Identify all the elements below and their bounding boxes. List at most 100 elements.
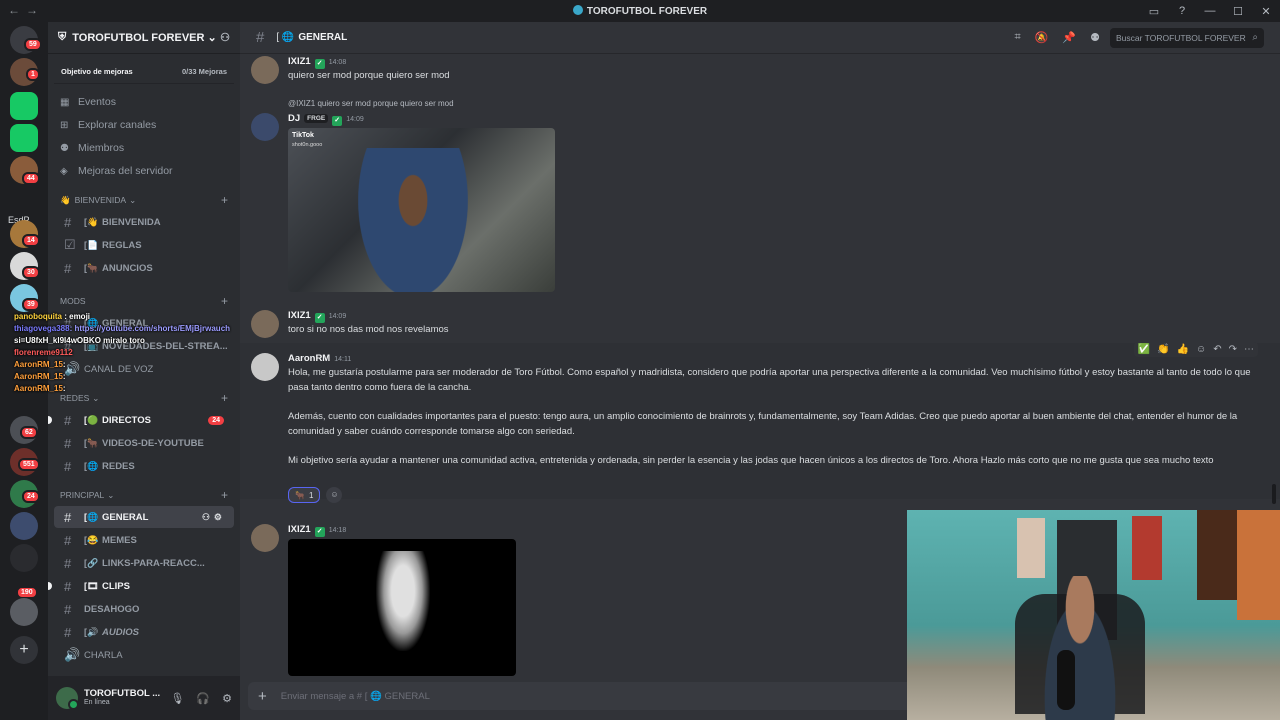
add-server-icon[interactable]: +	[10, 636, 38, 664]
avatar[interactable]	[251, 310, 279, 338]
category-bienvenida[interactable]: 👋 BIENVENIDA ⌄ +	[48, 190, 240, 210]
invite-people-icon[interactable]: ⚇	[220, 31, 230, 44]
invite-icon[interactable]: ⚇	[202, 512, 214, 522]
channel-videos-de-youtube[interactable]: # [🐂 VIDEOS-DE-YOUTUBE	[54, 432, 234, 454]
server-icon[interactable]	[10, 544, 38, 572]
author-name[interactable]: AaronRM	[288, 353, 330, 364]
add-reaction-icon[interactable]: ☺	[1196, 344, 1206, 355]
server-icon[interactable]	[10, 598, 38, 626]
avatar[interactable]	[251, 56, 279, 84]
channel-directos[interactable]: # [🟢 DIRECTOS 24	[48, 409, 234, 431]
reaction-chip[interactable]: 🐂 1	[288, 487, 321, 503]
kick-server-icon[interactable]	[10, 124, 38, 152]
channel-canal-de-voz[interactable]: 🔊 CANAL DE VOZ	[54, 358, 234, 380]
nav-explore-channels[interactable]: ⊞ Explorar canales	[48, 114, 240, 136]
message-header: IXIZ1 ✓ 14:18	[288, 524, 346, 537]
channel-clips[interactable]: # [🎞 CLIPS	[48, 575, 234, 597]
channel-memes[interactable]: # [😂 MEMES	[54, 529, 234, 551]
film-emoji-icon: [🎞	[84, 580, 99, 591]
add-channel-icon[interactable]: +	[221, 193, 228, 207]
headphones-icon[interactable]: 🎧	[196, 692, 210, 705]
minimize-icon[interactable]: —	[1196, 5, 1224, 17]
forward-icon[interactable]: ↷	[1229, 344, 1237, 355]
channel-charla[interactable]: 🔊 CHARLA	[54, 644, 234, 666]
ghost-gif[interactable]	[288, 539, 516, 676]
server-header[interactable]: ⛨ TOROFUTBOL FOREVER ⌄ ⚇	[48, 22, 240, 54]
check-reaction-icon[interactable]: ✅	[1138, 344, 1150, 355]
channel-sidebar: ⛨ TOROFUTBOL FOREVER ⌄ ⚇ Objetivo de mej…	[48, 22, 240, 720]
channel-audios[interactable]: # [🔊 AUDIOS	[54, 621, 234, 643]
user-names[interactable]: TOROFUTBOL ... En línea	[84, 687, 161, 707]
timestamp: 14:18	[328, 527, 347, 534]
maximize-icon[interactable]: ☐	[1224, 5, 1252, 18]
gear-icon[interactable]: ⚙	[222, 692, 232, 705]
notifications-muted-icon[interactable]: 🔕	[1035, 31, 1049, 44]
avatar[interactable]	[56, 687, 79, 710]
category-principal[interactable]: PRINCIPAL ⌄ +	[48, 485, 240, 505]
channel-general[interactable]: # [🌐 GENERAL ⚇⚙	[54, 506, 234, 528]
members-icon[interactable]: ⚉	[1090, 31, 1100, 44]
attach-plus-icon[interactable]: +	[258, 688, 267, 705]
search-input[interactable]: Buscar TOROFUTBOL FOREVER ⌕	[1110, 27, 1264, 48]
author-name[interactable]: DJ	[288, 113, 300, 124]
username: TOROFUTBOL ...	[84, 687, 161, 699]
channel-anuncios[interactable]: # [🐂 ANUNCIOS	[54, 257, 234, 279]
message-input[interactable]: Enviar mensaje a # [ 🌐 GENERAL	[281, 691, 430, 702]
channel-label: REDES	[102, 460, 135, 472]
unread-indicator	[48, 582, 52, 590]
channel-bienvenida[interactable]: # [👋 BIENVENIDA	[54, 211, 234, 233]
add-reaction-icon[interactable]: ☺	[326, 487, 343, 503]
boost-goal[interactable]: Objetivo de mejoras 0/33 Mejoras	[54, 60, 234, 84]
avatar[interactable]	[251, 113, 279, 141]
channel-reglas[interactable]: ☑ [📄 REGLAS	[54, 234, 234, 256]
server-name: TOROFUTBOL FOREVER	[72, 31, 205, 44]
hash-icon: #	[64, 509, 72, 525]
tiktok-video[interactable]: TikTok shot0n.gooo	[288, 128, 555, 292]
threads-icon[interactable]: ⌗	[1015, 31, 1021, 44]
channel-header: # [ 🌐 GENERAL ⌗ 🔕 📌 ⚉ Buscar TOROFUTBOL …	[240, 22, 1280, 54]
channel-links[interactable]: # [🔗 LINKS-PARA-REACC...	[54, 552, 234, 574]
pin-icon[interactable]: 📌	[1062, 31, 1076, 44]
channel-general-mods[interactable]: # [🌐 GENERAL	[54, 312, 234, 334]
author-name[interactable]: IXIZ1	[288, 310, 311, 321]
reply-icon[interactable]: ↶	[1213, 344, 1221, 355]
badge: 190	[16, 586, 38, 599]
channel-novedades[interactable]: # [📺 NOVEDADES-DEL-STREA...	[54, 335, 234, 357]
clap-reaction-icon[interactable]: 👏	[1157, 344, 1169, 355]
microphone-icon[interactable]: 🎙	[170, 692, 184, 705]
avatar[interactable]	[251, 524, 279, 552]
help-icon[interactable]: ?	[1168, 5, 1196, 17]
avatar[interactable]	[251, 353, 279, 381]
chevron-down-icon: ⌄	[92, 392, 100, 403]
thumbs-up-reaction-icon[interactable]: 👍	[1177, 344, 1189, 355]
gif-embed[interactable]	[288, 539, 516, 676]
author-name[interactable]: IXIZ1	[288, 56, 311, 67]
server-icon[interactable]	[10, 512, 38, 540]
category-label: BIENVENIDA	[74, 195, 127, 205]
video-embed[interactable]: TikTok shot0n.gooo	[288, 128, 555, 292]
window-title: TOROFUTBOL FOREVER	[0, 5, 1280, 17]
message-text: toro si no nos das mod nos revelamos	[288, 324, 449, 335]
add-channel-icon[interactable]: +	[221, 391, 228, 405]
kick-server-icon[interactable]	[10, 92, 38, 120]
reply-preview[interactable]: @IXIZ1 quiero ser mod porque quiero ser …	[288, 99, 454, 108]
add-channel-icon[interactable]: +	[221, 488, 228, 502]
category-redes[interactable]: REDES ⌄ +	[48, 388, 240, 408]
close-icon[interactable]: ✕	[1252, 5, 1280, 18]
author-name[interactable]: IXIZ1	[288, 524, 311, 535]
gear-icon[interactable]: ⚙	[214, 512, 226, 522]
calendar-icon: ▦	[60, 96, 70, 108]
shield-icon: ⛨	[58, 31, 67, 43]
nav-events[interactable]: ▦ Eventos	[48, 91, 240, 113]
scrollbar[interactable]	[1272, 484, 1276, 504]
inbox-icon[interactable]: ▭	[1140, 5, 1168, 18]
category-mods[interactable]: MODS +	[48, 291, 240, 311]
more-options-icon[interactable]: ⋯	[1244, 344, 1254, 355]
nav-server-boosts[interactable]: ◈ Mejoras del servidor	[48, 160, 240, 182]
hash-icon: #	[64, 601, 72, 617]
nav-members[interactable]: ⚉ Miembros	[48, 137, 240, 159]
channel-redes[interactable]: # [🌐 REDES	[54, 455, 234, 477]
add-channel-icon[interactable]: +	[221, 294, 228, 308]
channel-desahogo[interactable]: # DESAHOGO	[54, 598, 234, 620]
channel-label: NOVEDADES-DEL-STREA...	[102, 340, 228, 352]
